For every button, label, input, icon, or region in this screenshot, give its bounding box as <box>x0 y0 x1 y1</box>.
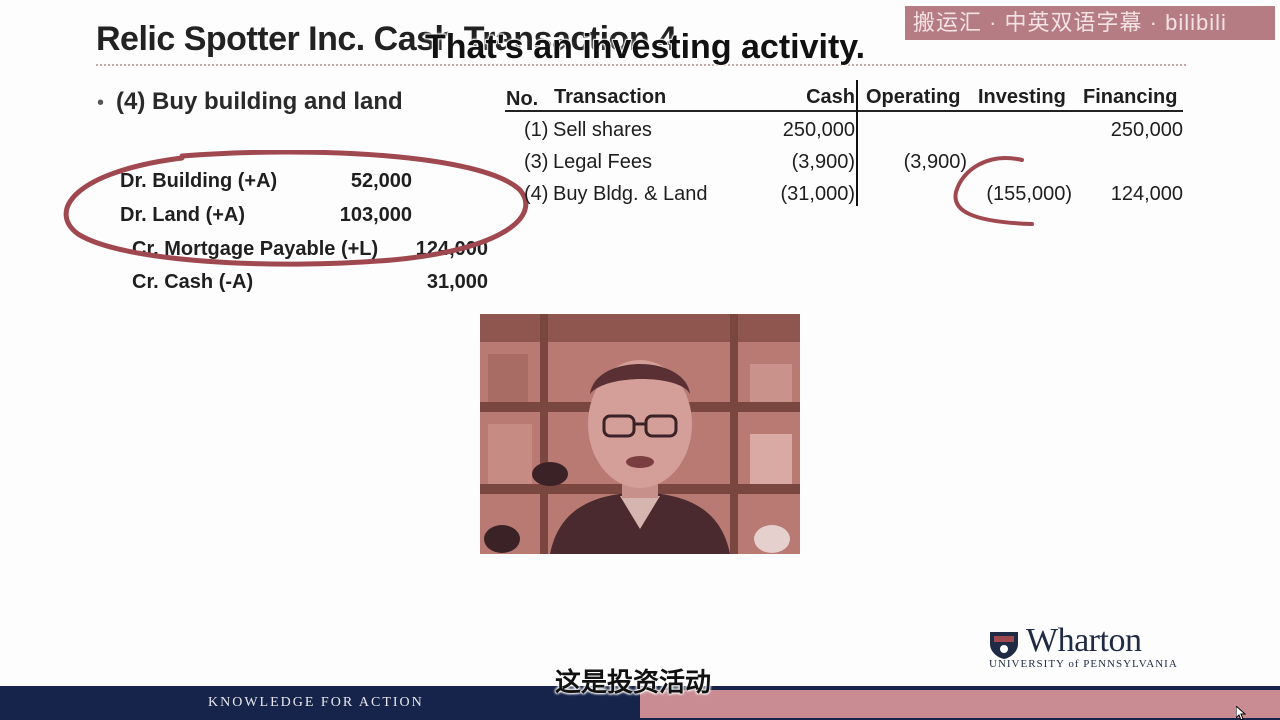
cash-column-divider <box>856 80 858 206</box>
row1-transaction: Sell shares <box>553 119 652 141</box>
row2-transaction: Legal Fees <box>553 151 652 173</box>
presenter-video <box>480 314 800 554</box>
bullet-dot-icon: • <box>97 92 105 114</box>
arc-annotation <box>953 156 1034 226</box>
je-account-cash: Cr. Cash (-A) <box>132 271 254 293</box>
col-header-investing: Investing <box>978 86 1066 108</box>
row1-no: (1) <box>524 119 549 141</box>
footer-tagline: KNOWLEDGE FOR ACTION <box>208 695 424 710</box>
subtitle-chinese: 这是投资活动 <box>555 667 712 697</box>
mouse-cursor-icon <box>1236 706 1246 720</box>
row3-financing: 124,000 <box>1110 183 1183 205</box>
table-header-rule <box>505 110 1183 112</box>
wharton-wordmark: Wharton <box>1026 622 1142 659</box>
row1-financing: 250,000 <box>1110 119 1183 141</box>
subtitle-english: That's an investing activity. <box>424 27 866 67</box>
col-header-cash: Cash <box>806 86 855 108</box>
row1-cash: 250,000 <box>782 119 855 141</box>
col-header-financing: Financing <box>1083 86 1178 108</box>
col-header-transaction: Transaction <box>554 86 667 108</box>
je-amount-cash: 31,000 <box>426 271 488 293</box>
row3-transaction: Buy Bldg. & Land <box>553 183 708 205</box>
row3-no: (4) <box>524 183 549 205</box>
row3-cash: (31,000) <box>780 183 856 205</box>
row2-cash: (3,900) <box>791 151 855 173</box>
row2-no: (3) <box>524 151 549 173</box>
footer-watermark-bar <box>640 690 1280 718</box>
col-header-no: No. <box>506 88 539 110</box>
oval-annotation <box>63 150 529 267</box>
watermark: 搬运汇 · 中英双语字幕 · bilibili <box>905 6 1275 40</box>
bullet-text: (4) Buy building and land <box>116 88 403 115</box>
bullet-point: • (4) Buy building and land <box>97 88 403 116</box>
wharton-shield-icon <box>990 632 1018 659</box>
wharton-university: UNIVERSITY of PENNSYLVANIA <box>989 658 1178 670</box>
col-header-operating: Operating <box>866 86 961 108</box>
